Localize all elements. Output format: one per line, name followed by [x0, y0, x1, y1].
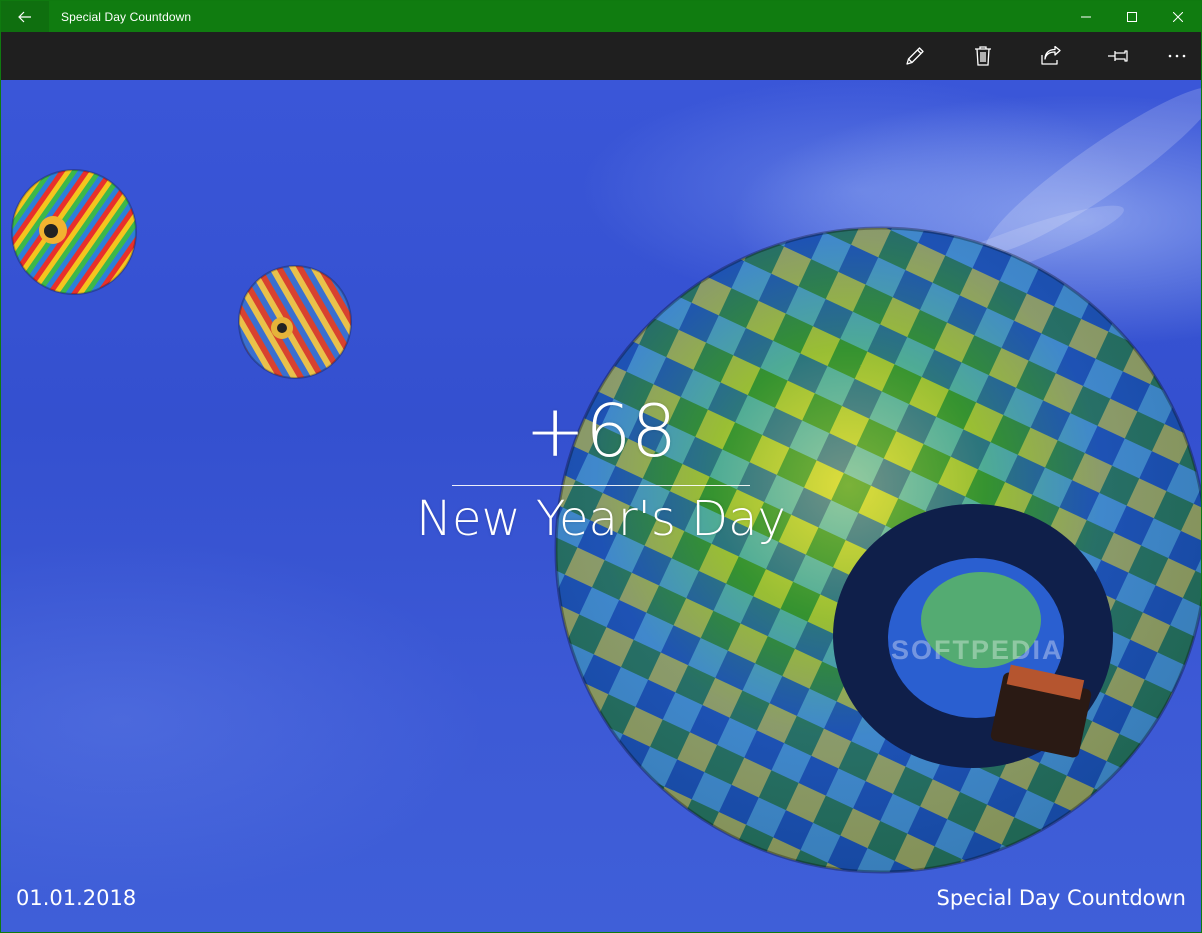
back-arrow-icon [18, 11, 31, 22]
more-button[interactable] [1153, 32, 1201, 80]
minimize-icon [1081, 16, 1091, 17]
edit-button[interactable] [881, 32, 949, 80]
pin-button[interactable] [1085, 32, 1153, 80]
countdown-value: +68 [525, 389, 677, 473]
maximize-icon [1127, 11, 1137, 22]
share-icon [1041, 46, 1061, 65]
close-button[interactable] [1155, 1, 1201, 32]
pin-icon [1108, 50, 1128, 62]
app-window: Special Day Countdown +68 New Year's Day… [0, 0, 1202, 933]
pencil-icon [906, 47, 924, 65]
minimize-button[interactable] [1063, 1, 1109, 32]
delete-button[interactable] [949, 32, 1017, 80]
event-name: New Year's Day [416, 491, 786, 547]
watermark-text: SOFTPEDIA [891, 635, 1064, 665]
caption-buttons [1063, 1, 1201, 32]
back-button[interactable] [1, 1, 49, 32]
maximize-button[interactable] [1109, 1, 1155, 32]
countdown-divider [452, 485, 750, 486]
more-icon [1168, 54, 1186, 58]
command-bar [1, 32, 1201, 80]
share-button[interactable] [1017, 32, 1085, 80]
footer-app-name: Special Day Countdown [936, 886, 1186, 910]
title-bar: Special Day Countdown [1, 1, 1201, 32]
window-title: Special Day Countdown [61, 9, 192, 24]
countdown-background: +68 New Year's Day SOFTPEDIA 01.01.2018 … [1, 80, 1201, 932]
trash-icon [975, 46, 991, 66]
close-icon [1173, 11, 1183, 22]
event-date: 01.01.2018 [16, 886, 137, 910]
